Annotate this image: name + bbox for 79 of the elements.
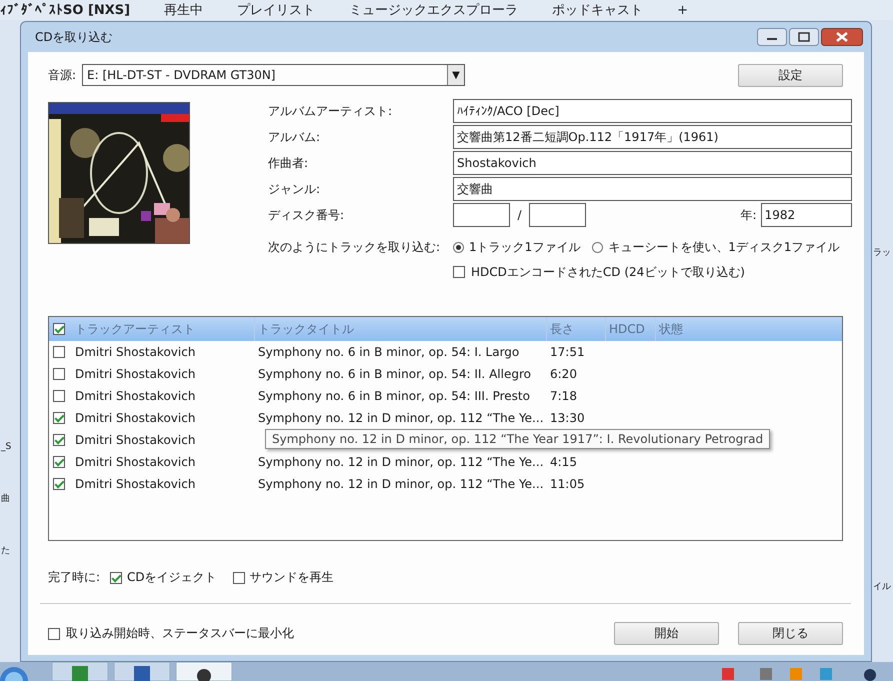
checkbox[interactable] — [110, 572, 122, 584]
table-cell-text: 7:18 — [550, 389, 578, 403]
app-tab[interactable]: ポッドキャスト — [535, 1, 660, 19]
field-label: アルバムアーティスト: — [268, 102, 394, 120]
field-label: ジャンル: — [268, 180, 322, 198]
app-tab[interactable]: + — [660, 2, 705, 18]
table-cell-text: 11:05 — [550, 477, 586, 491]
table-cell-text: Dmitri Shostakovich — [74, 455, 196, 469]
app-tab[interactable]: ｨﾌﾞﾀﾞﾍﾟｽﾄSO [NXS] — [0, 2, 148, 18]
radio-label: キューシートを使い、1ディスク1ファイル — [608, 238, 840, 256]
spreadsheet-icon[interactable] — [52, 662, 108, 681]
source-label: 音源: — [48, 66, 78, 84]
window-title: CDを取り込む — [35, 28, 113, 46]
field-label: ディスク番号: — [268, 206, 346, 224]
background-text: _S — [1, 441, 12, 454]
field-label: アルバム: — [268, 128, 322, 146]
settings-button[interactable]: 設定 — [738, 64, 843, 86]
checkbox-label: HDCDエンコードされたCD (24ビットで取り込む) — [471, 264, 745, 280]
text-field[interactable]: ﾊｲﾃｨﾝｸ/ACO [Dec] — [453, 99, 852, 123]
table-cell-text: 17:51 — [550, 345, 586, 359]
background-text: 曲 — [1, 492, 11, 506]
row-checkbox[interactable] — [53, 456, 65, 468]
text-field[interactable]: 交響曲 — [453, 177, 852, 201]
checkbox[interactable] — [232, 572, 245, 584]
background-text: ラッ — [873, 247, 891, 260]
field-label: 作曲者: — [268, 154, 310, 172]
field-label: 次のようにトラックを取り込む: — [268, 238, 442, 256]
disc-total-field[interactable] — [529, 203, 586, 227]
table-cell-text: Dmitri Shostakovich — [74, 433, 196, 447]
select-all-checkbox[interactable] — [53, 323, 65, 335]
player-icon[interactable] — [176, 662, 232, 681]
dialog-button[interactable]: 開始 — [614, 622, 719, 645]
table-cell-text: Symphony no. 6 in B minor, op. 54: III. Presto — [257, 389, 531, 403]
tooltip: Symphony no. 12 in D minor, op. 112 “The Year 1917”: I. Revolutionary Petrograd — [265, 429, 770, 449]
table-cell-text: Dmitri Shostakovich — [74, 477, 196, 491]
row-checkbox[interactable] — [53, 368, 65, 380]
minimize-icon[interactable] — [757, 28, 787, 46]
table-cell-text: 13:30 — [550, 411, 586, 425]
radio-label: 1トラック1ファイル — [469, 238, 580, 256]
table-cell-text: Symphony no. 12 in D minor, op. 112 “The Ye... — [257, 411, 545, 425]
radio-button[interactable] — [592, 242, 604, 252]
table-cell-text: Symphony no. 6 in B minor, op. 54: I. Largo — [257, 345, 520, 359]
on-complete-label: 完了時に: — [48, 569, 100, 586]
text-field[interactable]: 交響曲第12番二短調Op.112「1917年」(1961) — [453, 125, 852, 149]
maximize-icon[interactable] — [789, 28, 819, 46]
table-cell-text: Dmitri Shostakovich — [74, 345, 196, 359]
disc-number-field[interactable] — [453, 203, 510, 227]
row-checkbox[interactable] — [53, 412, 65, 424]
radio-button[interactable] — [453, 242, 464, 252]
document-icon[interactable] — [114, 662, 170, 681]
table-cell-text: Symphony no. 12 in D minor, op. 112 “The Ye... — [257, 477, 545, 491]
background-text: た — [1, 545, 11, 558]
table-cell-text: Symphony no. 12 in D minor, op. 112 “The Ye... — [257, 455, 545, 469]
table-cell-text: Dmitri Shostakovich — [74, 367, 196, 381]
table-cell-text: Symphony no. 6 in B minor, op. 54: II. Allegro — [257, 367, 532, 381]
checkbox-label: サウンドを再生 — [250, 569, 334, 586]
app-tab[interactable]: 再生中 — [147, 1, 220, 19]
separator-text: / — [516, 208, 523, 222]
checkbox-label: CDをイジェクト — [127, 569, 217, 586]
checkbox[interactable] — [48, 628, 60, 640]
table-cell-text: 4:15 — [550, 455, 578, 469]
source-dropdown[interactable]: E: [HL-DT-ST - DVDRAM GT30N] ▼ — [82, 64, 465, 86]
dialog-button[interactable]: 閉じる — [738, 622, 843, 645]
row-checkbox[interactable] — [53, 434, 65, 446]
row-checkbox[interactable] — [53, 390, 65, 402]
field-label: 年: — [740, 206, 757, 224]
text-field[interactable]: Shostakovich — [453, 151, 852, 175]
app-tab[interactable]: プレイリスト — [220, 1, 332, 19]
table-cell-text: Dmitri Shostakovich — [74, 389, 196, 403]
close-icon[interactable] — [821, 28, 863, 46]
app-tab[interactable]: ミュージックエクスプローラ — [332, 1, 536, 19]
row-checkbox[interactable] — [53, 346, 65, 358]
checkbox[interactable] — [453, 266, 465, 278]
year-field[interactable]: 1982 — [760, 203, 852, 227]
table-cell-text: Dmitri Shostakovich — [74, 411, 196, 425]
table-cell-text: 6:20 — [550, 367, 578, 381]
checkbox-label: 取り込み開始時、ステータスバーに最小化 — [66, 625, 294, 642]
background-text: イル — [873, 581, 891, 594]
row-checkbox[interactable] — [53, 478, 65, 490]
